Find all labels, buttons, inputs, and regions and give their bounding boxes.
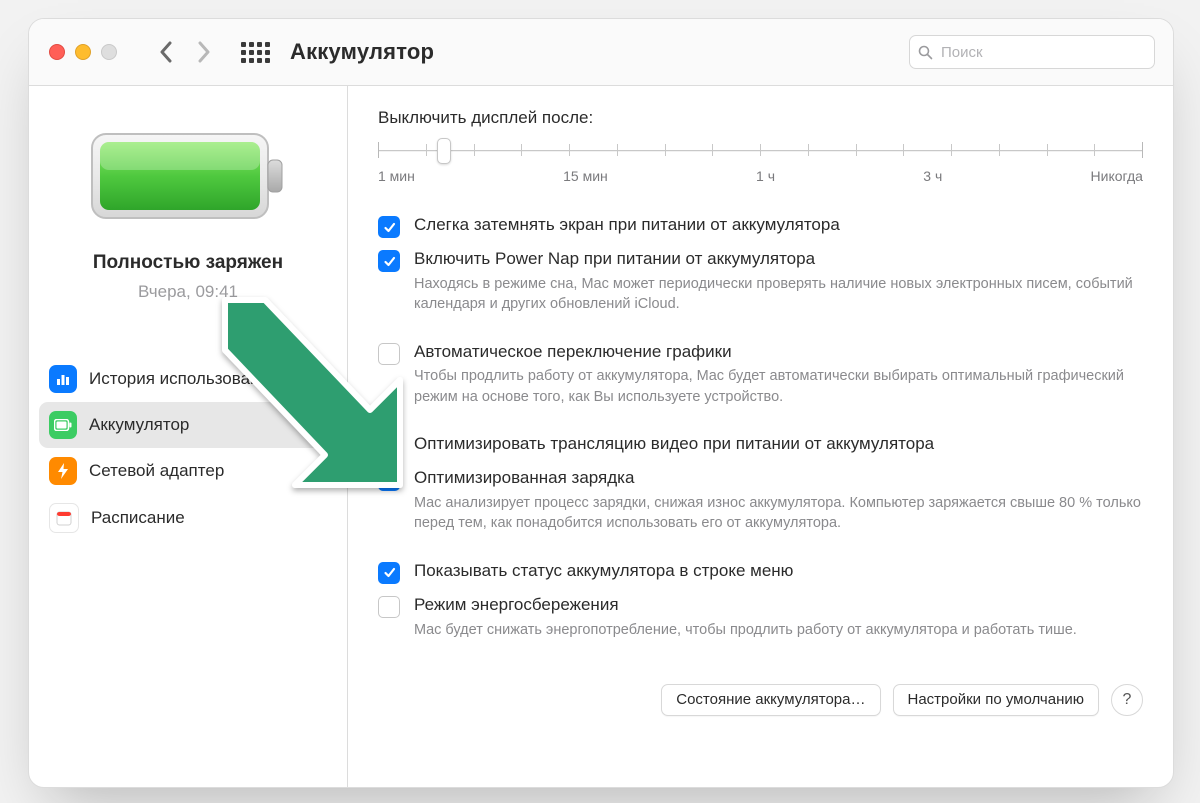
forward-button[interactable] [197, 41, 211, 63]
calendar-icon [49, 503, 79, 533]
battery-icon [49, 411, 77, 439]
option-title: Оптимизированная зарядка [414, 467, 1143, 490]
checkbox-menu-bar-status[interactable] [378, 562, 400, 584]
search-icon [918, 45, 933, 60]
battery-health-button[interactable]: Состояние аккумулятора… [661, 684, 880, 716]
option-row-optimized-charging: Оптимизированная зарядка Mac анализирует … [378, 467, 1143, 534]
battery-status-label: Полностью заряжен [93, 252, 283, 274]
checkbox-optimized-charging[interactable] [378, 469, 400, 491]
checkbox-power-nap[interactable] [378, 250, 400, 272]
slider-tick-label: 1 мин [378, 168, 415, 184]
battery-timestamp: Вчера, 09:41 [138, 282, 238, 302]
slider-tick-label: Никогда [1091, 168, 1143, 184]
minimize-window-button[interactable] [75, 44, 91, 60]
sidebar-item-battery[interactable]: Аккумулятор [39, 402, 337, 448]
checkbox-optimize-video[interactable] [378, 435, 400, 457]
option-desc: Mac анализирует процесс зарядки, снижая … [414, 493, 1143, 534]
option-title: Включить Power Nap при питании от аккуму… [414, 248, 1143, 271]
option-title: Оптимизировать трансляцию видео при пита… [414, 433, 1143, 456]
checkbox-low-power-mode[interactable] [378, 596, 400, 618]
search-input[interactable] [939, 43, 1146, 62]
restore-defaults-button[interactable]: Настройки по умолчанию [893, 684, 1100, 716]
help-button[interactable]: ? [1111, 684, 1143, 716]
sidebar-item-label: Аккумулятор [89, 415, 189, 435]
slider-knob[interactable] [437, 138, 451, 164]
sidebar-item-usage-history[interactable]: История использования [39, 356, 337, 402]
option-row-low-power-mode: Режим энергосбережения Mac будет снижать … [378, 594, 1143, 640]
search-field[interactable] [909, 35, 1155, 69]
sidebar: Полностью заряжен Вчера, 09:41 История и… [29, 86, 348, 788]
back-button[interactable] [159, 41, 173, 63]
option-row-dim-display: Слегка затемнять экран при питании от ак… [378, 214, 1143, 238]
slider-tick-label: 1 ч [756, 168, 775, 184]
zoom-window-button[interactable] [101, 44, 117, 60]
display-sleep-slider[interactable] [378, 138, 1143, 166]
page-title: Аккумулятор [290, 39, 434, 65]
option-title: Показывать статус аккумулятора в строке … [414, 560, 1143, 583]
content-pane: Выключить дисплей после: 1 мин 15 мин 1 ч 3… [348, 86, 1173, 788]
option-title: Режим энергосбережения [414, 594, 1143, 617]
sidebar-item-schedule[interactable]: Расписание [39, 494, 337, 542]
option-row-auto-graphics: Автоматическое переключение графикиЧтобы… [378, 341, 1143, 408]
close-window-button[interactable] [49, 44, 65, 60]
slider-tick-label: 15 мин [563, 168, 608, 184]
checkbox-auto-graphics[interactable] [378, 343, 400, 365]
display-sleep-label: Выключить дисплей после: [378, 108, 1143, 128]
option-row-menu-bar-status: Показывать статус аккумулятора в строке … [378, 560, 1143, 584]
battery-hero-icon [88, 126, 288, 226]
preferences-window: Аккумулятор [28, 18, 1174, 788]
show-all-button[interactable] [241, 42, 270, 63]
option-row-optimize-video: Оптимизировать трансляцию видео при пита… [378, 433, 1143, 457]
bar-chart-icon [49, 365, 77, 393]
option-desc: Находясь в режиме сна, Mac может периоди… [414, 274, 1143, 315]
option-title: Автоматическое переключение графики [414, 341, 1143, 364]
sidebar-item-label: Сетевой адаптер [89, 461, 224, 481]
option-desc: Чтобы продлить работу от аккумулятора, M… [414, 366, 1143, 407]
slider-tick-labels: 1 мин 15 мин 1 ч 3 ч Никогда [378, 168, 1143, 184]
option-title: Слегка затемнять экран при питании от ак… [414, 214, 1143, 237]
sidebar-item-power-adapter[interactable]: Сетевой адаптер [39, 448, 337, 494]
bolt-icon [49, 457, 77, 485]
window-controls [49, 44, 117, 60]
titlebar: Аккумулятор [29, 19, 1173, 86]
slider-tick-label: 3 ч [923, 168, 942, 184]
option-desc: Mac будет снижать энергопотребление, что… [414, 620, 1143, 640]
option-row-power-nap: Включить Power Nap при питании от аккуму… [378, 248, 1143, 315]
sidebar-item-label: История использования [89, 369, 278, 389]
checkbox-dim-display[interactable] [378, 216, 400, 238]
sidebar-item-label: Расписание [91, 508, 185, 528]
